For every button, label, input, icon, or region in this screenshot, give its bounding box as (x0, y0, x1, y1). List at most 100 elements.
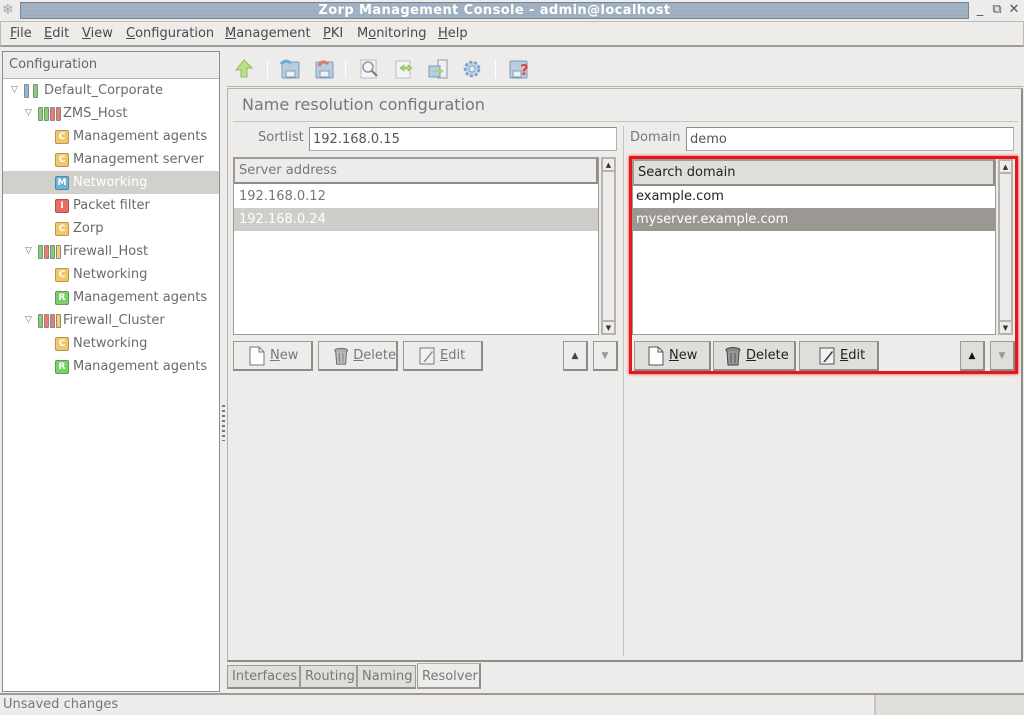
snowflake-app-icon[interactable]: ❄ (2, 2, 16, 18)
sortlist-input[interactable] (309, 127, 617, 151)
search-delete-label: Delete (746, 348, 789, 363)
tree-item[interactable]: R Management agents (3, 355, 219, 378)
tree-item[interactable]: ▽ Default_Corporate (3, 79, 219, 102)
tab-naming[interactable]: Naming (357, 665, 416, 689)
menu-edit[interactable]: Edit (44, 26, 69, 41)
menu-monitoring-rest: nitoring (376, 26, 427, 41)
expander-open-icon[interactable]: ▽ (11, 79, 23, 102)
toolbar-separator (267, 60, 268, 78)
domain-input[interactable] (686, 127, 1014, 151)
close-icon[interactable]: ✕ (1006, 2, 1022, 18)
splitter-grip-icon[interactable] (222, 405, 225, 441)
pane-splitter[interactable] (221, 51, 226, 692)
settings-button[interactable] (459, 56, 485, 82)
tree-item[interactable]: ▽ ZMS_Host (3, 102, 219, 125)
menu-file[interactable]: File (10, 26, 32, 41)
server-new-label: New (270, 348, 299, 363)
tab-interfaces[interactable]: Interfaces (227, 665, 300, 689)
tree-item-label: ZMS_Host (63, 106, 128, 121)
server-edit-button[interactable]: Edit (403, 341, 483, 371)
scroll-down-icon[interactable]: ▼ (999, 321, 1012, 334)
search-delete-button[interactable]: Delete (713, 341, 796, 371)
search-list-scrollbar[interactable]: ▲ ▼ (998, 159, 1013, 335)
restore-icon[interactable]: ⧉ (989, 2, 1005, 18)
tree-item-label: Packet filter (73, 198, 150, 213)
search-move-up-button[interactable]: ▲ (960, 341, 985, 371)
component-c-icon: C (55, 130, 69, 144)
expander-open-icon[interactable]: ▽ (25, 309, 37, 332)
tree-item[interactable]: ▽ Firewall_Host (3, 240, 219, 263)
edit-pencil-icon (819, 347, 835, 364)
go-up-button[interactable] (231, 56, 257, 82)
tree-item[interactable]: R Management agents (3, 286, 219, 309)
tree-item[interactable]: M Networking (3, 171, 219, 194)
list-item[interactable]: 192.168.0.12 (234, 185, 598, 208)
tree-item-label: Default_Corporate (44, 83, 163, 98)
tree-item-label: Networking (73, 267, 148, 282)
toolbar-separator (495, 60, 496, 78)
menu-monitoring-pre: M (357, 26, 369, 41)
menu-management-mnemonic: M (225, 26, 237, 41)
menu-view-mnemonic: V (82, 26, 91, 41)
server-delete-button[interactable]: Delete (318, 341, 398, 371)
tree-item[interactable]: ▽ Firewall_Cluster (3, 309, 219, 332)
scroll-down-icon[interactable]: ▼ (602, 321, 615, 334)
list-item[interactable]: example.com (633, 185, 995, 208)
tree-item[interactable]: C Zorp (3, 217, 219, 240)
server-address-column-header[interactable]: Server address (234, 158, 598, 184)
tab-routing[interactable]: Routing (300, 665, 357, 689)
tree-header[interactable]: Configuration (3, 52, 219, 79)
menu-monitoring[interactable]: Monitoring (357, 26, 427, 41)
server-move-up-button[interactable]: ▲ (563, 341, 588, 371)
menu-configuration[interactable]: Configuration (126, 26, 214, 41)
tree-item[interactable]: C Management server (3, 148, 219, 171)
tree-item-label: Networking (73, 175, 148, 190)
revert-button[interactable] (311, 56, 337, 82)
move-up-icon: ▲ (968, 350, 976, 361)
upload-button[interactable] (425, 56, 451, 82)
search-edit-button[interactable]: Edit (799, 341, 879, 371)
tree-item-label: Management server (73, 152, 204, 167)
tree-item-label: Management agents (73, 359, 208, 374)
scroll-up-icon[interactable]: ▲ (999, 160, 1012, 173)
search-domain-column-header[interactable]: Search domain (633, 160, 995, 186)
search-button[interactable] (357, 56, 383, 82)
title-strip[interactable]: Zorp Management Console - admin@localhos… (20, 2, 969, 19)
tree-item[interactable]: C Networking (3, 332, 219, 355)
search-move-down-button[interactable]: ▼ (990, 341, 1015, 371)
menu-view-rest: iew (90, 26, 113, 41)
menu-management[interactable]: Management (225, 26, 311, 41)
expander-open-icon[interactable]: ▽ (25, 240, 37, 263)
section-divider (233, 121, 1018, 122)
upload-config-icon (428, 59, 448, 79)
scroll-up-icon[interactable]: ▲ (602, 158, 615, 171)
list-item[interactable]: 192.168.0.24 (234, 208, 598, 231)
host-status-icon (38, 314, 61, 328)
menu-file-rest: ile (16, 26, 32, 41)
list-item[interactable]: myserver.example.com (633, 208, 995, 231)
component-m-icon: M (55, 176, 69, 190)
commit-button[interactable] (277, 56, 303, 82)
toolbar-separator (345, 60, 346, 78)
tree-item[interactable]: I Packet filter (3, 194, 219, 217)
tree-item[interactable]: C Management agents (3, 125, 219, 148)
scrollbar-thumb[interactable] (999, 173, 1012, 321)
minimize-icon[interactable]: _ (972, 2, 988, 18)
menu-view[interactable]: View (82, 26, 113, 41)
help-button[interactable]: ? (506, 56, 532, 82)
trash-icon (334, 347, 348, 365)
edit-pencil-icon (419, 347, 435, 364)
menu-pki[interactable]: PKI (323, 26, 343, 41)
site-status-icon (24, 84, 38, 98)
scrollbar-thumb[interactable] (602, 171, 615, 321)
server-list-scrollbar[interactable]: ▲ ▼ (601, 157, 616, 335)
search-new-button[interactable]: New (634, 341, 711, 371)
server-new-button[interactable]: New (233, 341, 313, 371)
expander-open-icon[interactable]: ▽ (25, 102, 37, 125)
tree-item[interactable]: C Networking (3, 263, 219, 286)
compare-button[interactable] (391, 56, 417, 82)
server-move-down-button[interactable]: ▼ (593, 341, 618, 371)
status-bar-secondary (874, 695, 1024, 715)
menu-help[interactable]: Help (438, 26, 468, 41)
tab-resolver[interactable]: Resolver (417, 663, 481, 689)
